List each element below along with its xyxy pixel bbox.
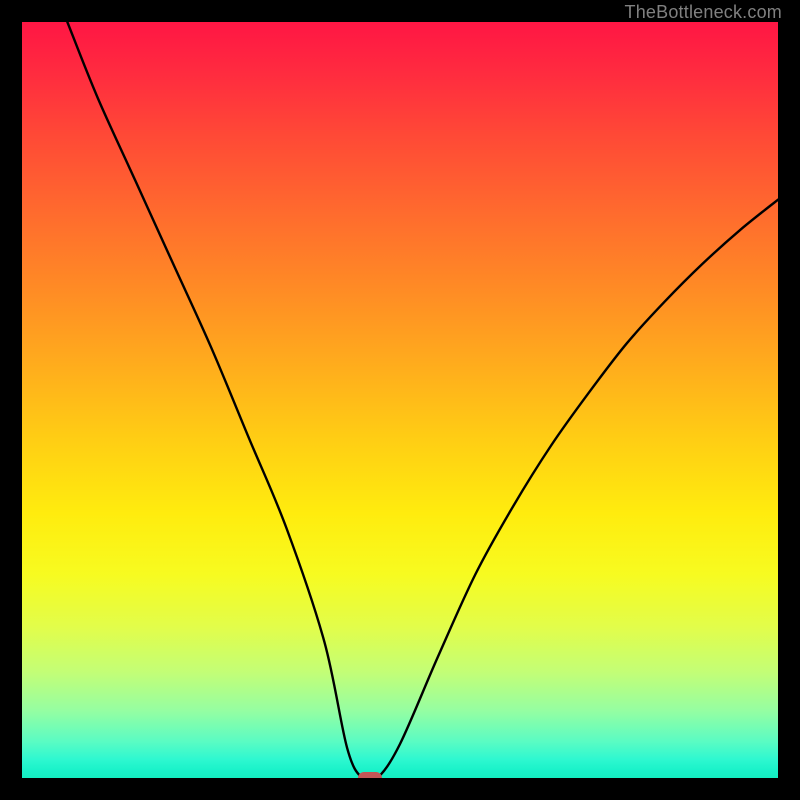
- bottleneck-curve: [22, 22, 778, 778]
- watermark-text: TheBottleneck.com: [625, 2, 782, 23]
- chart-frame: TheBottleneck.com: [0, 0, 800, 800]
- minimum-marker: [358, 772, 382, 778]
- plot-area: [22, 22, 778, 778]
